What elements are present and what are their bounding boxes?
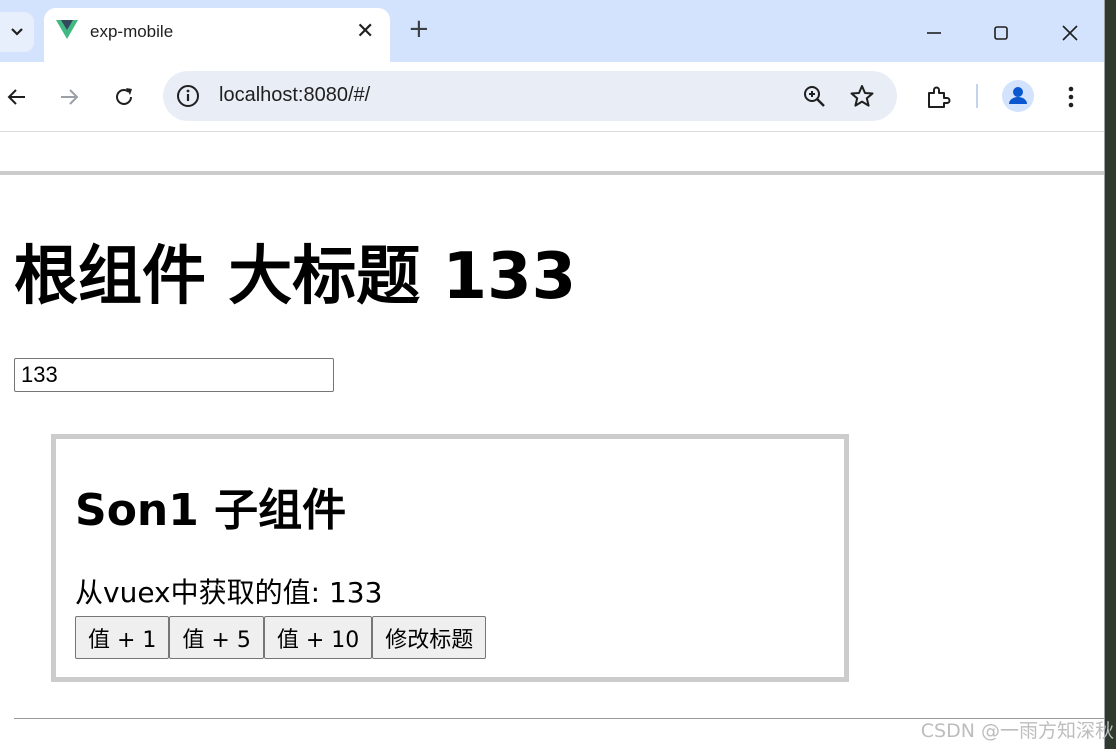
- plus-icon[interactable]: +: [408, 16, 430, 42]
- vuex-value-text: 从vuex中获取的值: 133: [75, 576, 383, 609]
- minimize-button[interactable]: [919, 18, 949, 48]
- zoom-icon[interactable]: [801, 83, 827, 109]
- tab-search-icon: [11, 28, 23, 36]
- menu-icon[interactable]: [1058, 84, 1084, 110]
- son1-component: Son1 子组件 从vuex中获取的值: 133 值 + 1 值 + 5 值 +…: [51, 434, 849, 682]
- vue-logo-icon: [56, 20, 78, 39]
- site-info-icon[interactable]: [175, 83, 201, 109]
- back-button[interactable]: [4, 84, 30, 110]
- profile-button[interactable]: [1002, 80, 1034, 112]
- son1-button-group: 值 + 1 值 + 5 值 + 10 修改标题: [75, 616, 487, 659]
- add-5-button[interactable]: 值 + 5: [169, 616, 264, 659]
- tab-search-button[interactable]: [0, 12, 34, 52]
- window-close-button[interactable]: [1055, 18, 1085, 48]
- add-10-button[interactable]: 值 + 10: [263, 616, 373, 659]
- profile-icon: [1009, 87, 1027, 104]
- page-title: 根组件 大标题 133: [14, 240, 577, 314]
- top-divider: [0, 171, 1104, 175]
- active-tab[interactable]: exp-mobile ✕: [44, 8, 390, 62]
- reload-icon: [116, 88, 132, 105]
- add-1-button[interactable]: 值 + 1: [75, 616, 170, 659]
- browser-toolbar: localhost:8080/#/: [0, 62, 1104, 132]
- maximize-icon: [994, 26, 1008, 40]
- forward-icon: [61, 89, 79, 105]
- csdn-watermark: CSDN @一雨方知深秋: [920, 720, 1114, 742]
- extensions-icon[interactable]: [925, 84, 951, 110]
- reload-button[interactable]: [111, 84, 137, 110]
- star-icon[interactable]: [849, 83, 875, 109]
- change-title-button[interactable]: 修改标题: [372, 616, 487, 659]
- tab-strip: exp-mobile ✕ +: [0, 0, 1104, 62]
- tab-title: exp-mobile: [90, 22, 174, 41]
- page-content: 根组件 大标题 133 Son1 子组件 从vuex中获取的值: 133 值 +…: [0, 132, 1104, 749]
- address-bar[interactable]: localhost:8080/#/: [163, 71, 897, 121]
- title-input[interactable]: [14, 358, 334, 392]
- minimize-icon: [927, 32, 941, 34]
- url-text[interactable]: localhost:8080/#/: [219, 84, 370, 107]
- back-icon: [7, 89, 25, 105]
- browser-window: exp-mobile ✕ + localhost:8080/#/ 根组件 大标题…: [0, 0, 1105, 749]
- close-icon[interactable]: ✕: [356, 19, 374, 44]
- son1-title: Son1 子组件: [75, 485, 347, 536]
- window-close-icon: [1062, 25, 1078, 41]
- toolbar-divider: [976, 84, 978, 108]
- maximize-button[interactable]: [986, 18, 1016, 48]
- forward-button[interactable]: [56, 84, 82, 110]
